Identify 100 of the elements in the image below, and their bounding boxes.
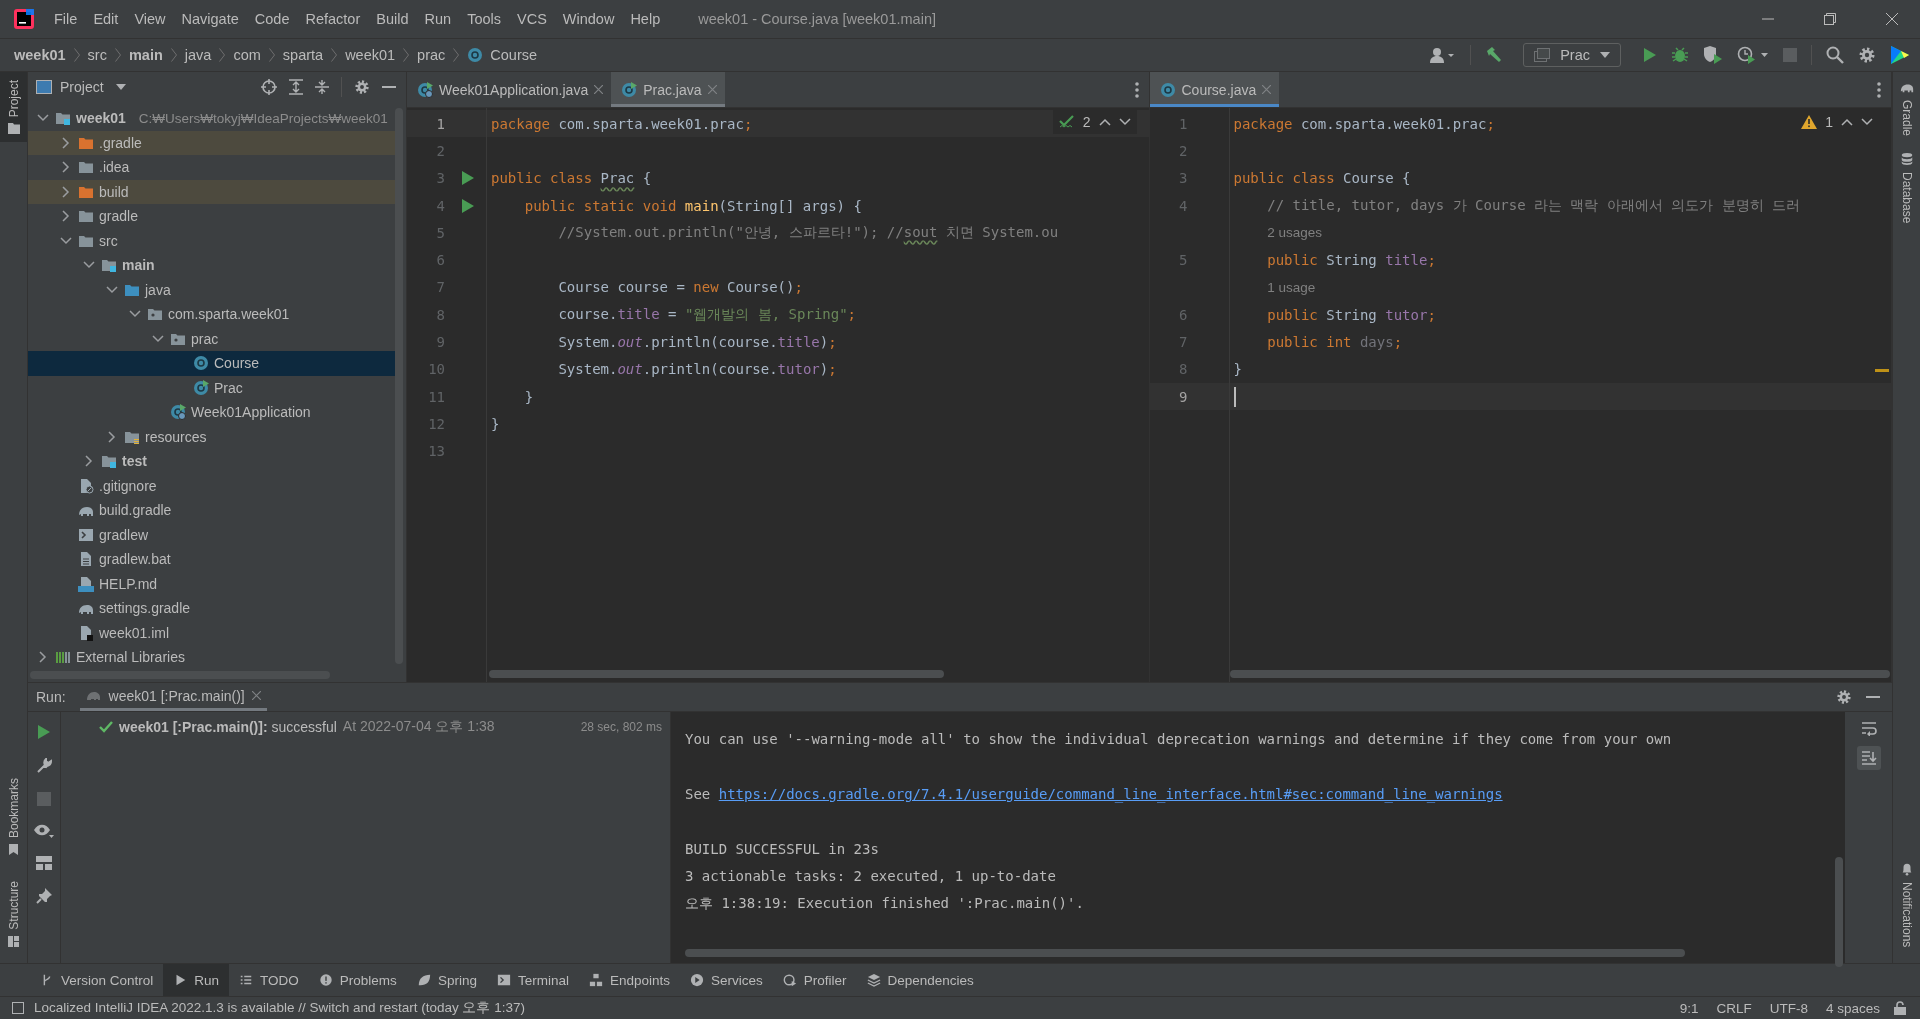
menu-item[interactable]: Help xyxy=(622,11,669,27)
chevron-down-icon[interactable] xyxy=(129,310,141,319)
scrollbar[interactable] xyxy=(1229,670,1890,678)
more-icon[interactable] xyxy=(1877,81,1881,98)
menu-item[interactable]: Code xyxy=(246,11,298,27)
minimize-icon[interactable] xyxy=(1866,695,1880,699)
tool-window-button[interactable]: Bookmarks xyxy=(0,770,27,864)
chevron-down-icon[interactable] xyxy=(37,114,49,123)
tool-window-button[interactable]: Problems xyxy=(308,964,407,996)
scrollbar[interactable] xyxy=(1835,857,1843,967)
user-icon[interactable] xyxy=(1430,47,1457,63)
tree-item[interactable]: com.sparta.week01 xyxy=(28,302,395,327)
chevron-right-icon[interactable] xyxy=(62,185,70,198)
restore-icon[interactable] xyxy=(1824,13,1836,25)
tool-window-button[interactable]: Version Control xyxy=(30,964,164,996)
tool-window-button[interactable]: Notifications xyxy=(1893,853,1920,955)
breadcrumb[interactable]: java xyxy=(184,47,212,63)
settings-icon[interactable] xyxy=(354,79,370,95)
tree-item[interactable]: week01 C:₩Users₩tokyj₩IdeaProjects₩week01 xyxy=(28,106,395,131)
status-item[interactable]: 9:1 xyxy=(1675,1000,1703,1016)
breadcrumb[interactable]: Course xyxy=(490,47,538,63)
chevron-right-icon[interactable] xyxy=(85,455,93,468)
run-result-row[interactable]: week01 [:Prac.main()]: successful At 2022-07-04 오후 1:38 28 sec, 802 ms xyxy=(61,716,670,738)
breadcrumb[interactable]: sparta xyxy=(282,47,324,63)
tool-window-button[interactable]: Endpoints xyxy=(578,964,680,996)
run-tab[interactable]: week01 [:Prac.main()] xyxy=(79,683,267,711)
chevron-right-icon[interactable] xyxy=(108,430,116,443)
breadcrumb[interactable]: com xyxy=(233,47,261,63)
tree-item[interactable]: build.gradle xyxy=(28,498,395,523)
lock-icon[interactable] xyxy=(1894,1001,1906,1015)
tool-window-button[interactable]: Profiler xyxy=(772,964,857,996)
tool-window-button[interactable]: Gradle xyxy=(1893,72,1920,145)
tool-window-button[interactable]: TODO xyxy=(229,964,309,996)
tree-item[interactable]: resources xyxy=(28,424,395,449)
tree-item[interactable]: test xyxy=(28,449,395,474)
tool-window-button[interactable]: Database xyxy=(1893,144,1920,232)
tool-window-button[interactable]: Dependencies xyxy=(856,964,984,996)
status-item[interactable]: CRLF xyxy=(1712,1000,1756,1016)
tree-item[interactable]: HELP.md xyxy=(28,571,395,596)
chevron-down-icon[interactable] xyxy=(60,236,72,245)
menu-item[interactable]: Navigate xyxy=(173,11,247,27)
more-icon[interactable] xyxy=(1134,81,1139,98)
bug-icon[interactable] xyxy=(1671,46,1689,64)
tree-item[interactable]: settings.gradle xyxy=(28,596,395,621)
close-icon[interactable] xyxy=(1886,13,1898,25)
tree-item[interactable]: Course xyxy=(28,351,395,376)
tree-item[interactable]: Week01Application xyxy=(28,400,395,425)
tree-item[interactable]: main xyxy=(28,253,395,278)
chevron-down-icon[interactable] xyxy=(83,261,95,270)
tool-window-button[interactable]: Project xyxy=(0,72,27,143)
scrollbar[interactable] xyxy=(685,949,1685,957)
inspection-widget[interactable]: 2 xyxy=(1052,110,1137,134)
run-icon[interactable] xyxy=(1641,47,1657,63)
link[interactable]: https://docs.gradle.org/7.4.1/userguide/command_line_interface.html#sec:command_line_warnings xyxy=(718,785,1503,802)
menu-item[interactable]: Edit xyxy=(85,11,127,27)
warning-marker[interactable] xyxy=(1875,369,1889,372)
panel-title[interactable]: Project xyxy=(60,79,104,95)
tool-window-button[interactable]: Services xyxy=(679,964,773,996)
chevron-down-icon[interactable] xyxy=(106,285,118,294)
chevron-right-icon[interactable] xyxy=(62,161,70,174)
square-icon[interactable] xyxy=(12,1002,24,1014)
run-icon[interactable] xyxy=(462,171,474,186)
settings-icon[interactable] xyxy=(1858,46,1876,64)
status-item[interactable]: UTF-8 xyxy=(1765,1000,1812,1016)
tree-item[interactable]: java xyxy=(28,277,395,302)
status-item[interactable]: 4 spaces xyxy=(1821,1000,1884,1016)
editor-tab[interactable]: Prac.java xyxy=(611,72,725,107)
scrollbar[interactable] xyxy=(489,670,944,678)
layout-icon[interactable] xyxy=(36,856,52,870)
tree-item[interactable]: build xyxy=(28,179,395,204)
tool-window-button[interactable]: Run xyxy=(163,964,230,996)
usage-hint[interactable]: 2 usages xyxy=(1267,225,1322,241)
menu-item[interactable]: Window xyxy=(554,11,623,27)
clock-run-icon[interactable] xyxy=(1737,46,1769,64)
breadcrumb[interactable]: week01 xyxy=(345,47,396,63)
tree-item[interactable]: .idea xyxy=(28,155,395,180)
breadcrumb[interactable]: src xyxy=(87,47,107,63)
menu-item[interactable]: Tools xyxy=(459,11,509,27)
tree-item[interactable]: gradlew xyxy=(28,522,395,547)
tree-item[interactable]: External Libraries xyxy=(28,645,395,670)
menu-item[interactable]: Build xyxy=(368,11,417,27)
run-icon[interactable] xyxy=(462,198,474,213)
tree-item[interactable]: gradlew.bat xyxy=(28,547,395,572)
eye-icon[interactable] xyxy=(34,824,54,838)
settings-icon[interactable] xyxy=(1836,689,1852,705)
chevron-right-icon[interactable] xyxy=(62,210,70,223)
minimize-icon[interactable] xyxy=(382,85,396,89)
chevron-up-icon[interactable] xyxy=(1841,118,1853,126)
menu-item[interactable]: Refactor xyxy=(297,11,369,27)
chevron-down-icon[interactable] xyxy=(1118,118,1131,126)
tree-item[interactable]: .gradle xyxy=(28,130,395,155)
menu-item[interactable]: Run xyxy=(416,11,460,27)
search-icon[interactable] xyxy=(1826,46,1844,64)
breadcrumb[interactable]: prac xyxy=(417,47,446,63)
run-configuration-dropdown[interactable]: Prac xyxy=(1523,43,1621,67)
breadcrumb[interactable]: main xyxy=(128,47,163,63)
wrench-icon[interactable] xyxy=(36,758,52,774)
editor-tab[interactable]: Course.java xyxy=(1149,72,1280,107)
usage-hint[interactable]: 1 usage xyxy=(1267,279,1316,295)
target-icon[interactable] xyxy=(261,79,277,95)
